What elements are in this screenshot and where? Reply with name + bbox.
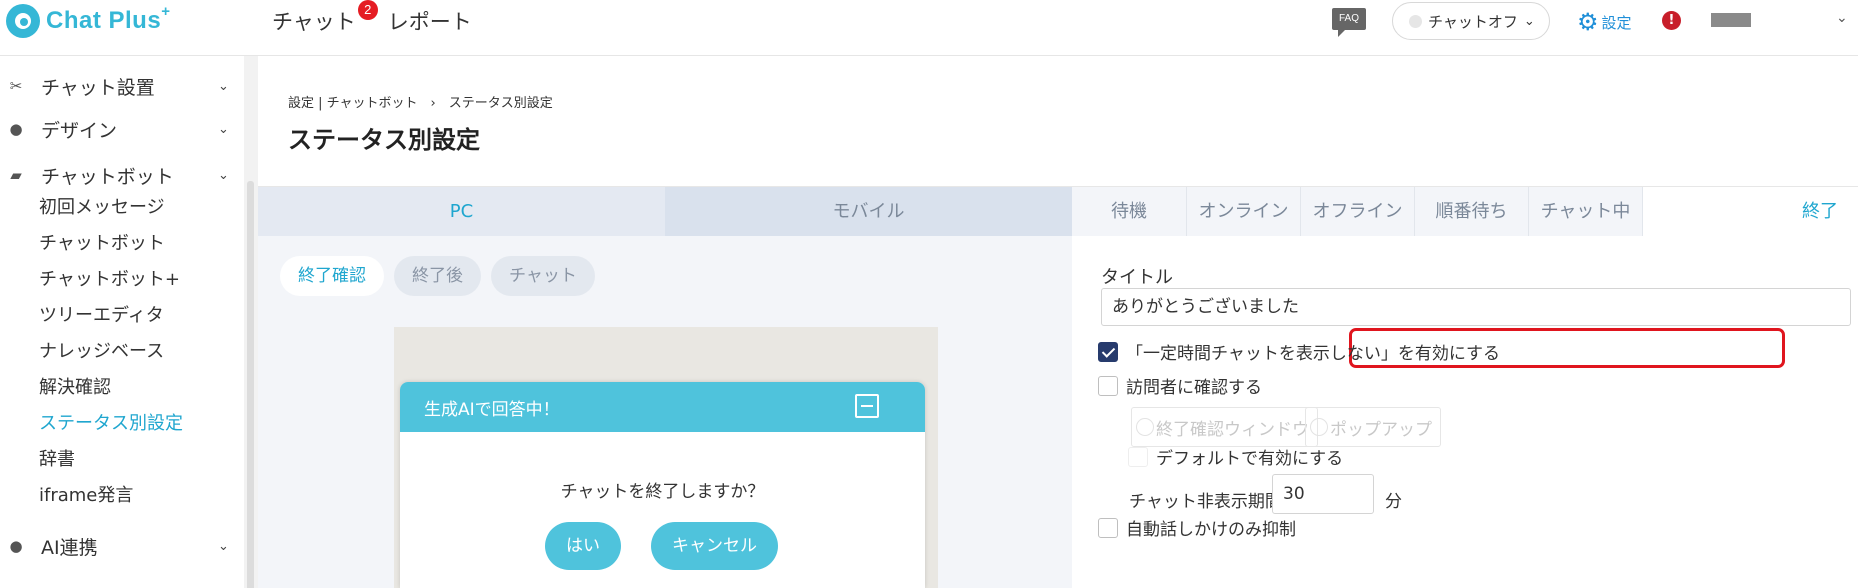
confirm-visitor-label: 訪問者に確認する [1126, 378, 1262, 398]
tab-standby[interactable]: 待機 [1072, 187, 1187, 236]
title-label: タイトル [1101, 267, 1173, 288]
chat-question: チャットを終了しますか？ [560, 482, 765, 502]
logo[interactable]: Chat Plus+ [6, 3, 171, 38]
chat-status-select[interactable]: チャットオフ ⌄ [1392, 2, 1550, 40]
bulb-icon: ● [9, 537, 23, 555]
sidebar-section-label: チャットボット [41, 165, 174, 188]
sidebar-item-dictionary[interactable]: 辞書 [39, 446, 75, 474]
sidebar-item-chatbot[interactable]: チャットボット [39, 230, 165, 258]
pill-end-confirm[interactable]: 終了確認 [280, 256, 384, 296]
tab-pc[interactable]: PC [258, 187, 665, 236]
hide-chat-label: 「一定時間チャットを表示しない」を有効にする [1126, 344, 1500, 364]
confirm-visitor-checkbox[interactable] [1098, 375, 1118, 396]
chat-header-title: 生成AIで回答中！ [424, 399, 560, 420]
status-settings-panel: 待機 オンライン オフライン 順番待ち チャット中 終了 タイトル ありがとうご… [1072, 187, 1858, 588]
radio-label: 終了確認ウィンドウ [1156, 419, 1309, 440]
sidebar-item-knowledge-base[interactable]: ナレッジベース [39, 338, 164, 366]
yes-button[interactable]: はい [545, 522, 621, 570]
sidebar-item-resolution-check[interactable]: 解決確認 [39, 374, 111, 402]
top-nav: チャット 2 レポート [272, 0, 490, 36]
sidebar-scrollbar[interactable] [244, 56, 258, 588]
hide-chat-option[interactable]: 「一定時間チャットを表示しない」を有効にする [1098, 339, 1500, 364]
sidebar-section-chat-setup[interactable]: ✂ チャット設置 ⌄ [0, 66, 244, 106]
user-name-redacted[interactable] [1711, 13, 1751, 27]
tab-mobile[interactable]: モバイル [665, 187, 1072, 236]
sidebar-section-ai[interactable]: ● AI連携 ⌄ [0, 526, 244, 566]
chat-plus-logo-icon [6, 4, 40, 38]
minimize-icon[interactable] [855, 394, 879, 418]
tab-ended[interactable]: 終了 [1643, 187, 1858, 236]
sidebar-section-chatbot[interactable]: ▰ チャットボット ⌄ [0, 155, 244, 195]
radio-circle [1310, 418, 1328, 436]
sidebar-item-tree-editor[interactable]: ツリーエディタ [39, 302, 164, 330]
alert-icon[interactable]: ! [1662, 11, 1681, 30]
chat-status-value: チャットオフ [1428, 12, 1518, 31]
chevron-down-icon: ⌄ [218, 167, 229, 183]
tools-icon: ✂ [9, 77, 23, 95]
top-bar: Chat Plus+ チャット 2 レポート FAQ チャットオフ ⌄ ⚙ 設定… [0, 0, 1858, 56]
nav-report-label: レポート [387, 10, 472, 34]
radio-popup[interactable]: ポップアップ [1305, 407, 1441, 447]
suppress-auto-talk-option[interactable]: 自動話しかけのみ抑制 [1098, 515, 1296, 540]
nav-chat[interactable]: チャット 2 [272, 0, 378, 36]
status-tabs: 待機 オンライン オフライン 順番待ち チャット中 終了 [1072, 187, 1858, 236]
default-enable-checkbox[interactable] [1128, 446, 1148, 467]
tab-online[interactable]: オンライン [1187, 187, 1301, 236]
chevron-down-icon: ⌄ [218, 121, 229, 137]
chat-bubble-icon: ▰ [10, 166, 22, 184]
preview-state-pills: 終了確認 終了後 チャット [280, 256, 605, 296]
hide-chat-checkbox[interactable] [1098, 341, 1118, 362]
hide-period-label: チャット非表示期間 [1129, 492, 1282, 512]
radio-circle [1136, 418, 1154, 436]
page-title: ステータス別設定 [288, 126, 480, 154]
status-dot-icon [1409, 14, 1422, 28]
default-enable-label: デフォルトで有効にする [1156, 449, 1344, 469]
palette-icon: ● [9, 120, 23, 138]
chevron-down-icon: ⌄ [1523, 13, 1535, 29]
radio-end-confirm-window[interactable]: 終了確認ウィンドウ [1131, 407, 1318, 447]
sidebar-item-iframe[interactable]: iframe発言 [39, 482, 133, 510]
chat-header: 生成AIで回答中！ [400, 382, 925, 432]
radio-label: ポップアップ [1330, 419, 1432, 440]
main-content: 設定 | チャットボット › ステータス別設定 ステータス別設定 PC モバイル… [258, 56, 1858, 588]
default-enable-option[interactable]: デフォルトで有効にする [1128, 444, 1343, 469]
suppress-auto-talk-label: 自動話しかけのみ抑制 [1126, 520, 1296, 540]
hide-period-unit: 分 [1385, 492, 1402, 512]
confirm-visitor-option[interactable]: 訪問者に確認する [1098, 373, 1262, 398]
breadcrumb[interactable]: 設定 | チャットボット › ステータス別設定 [288, 92, 553, 111]
gear-icon: ⚙ [1577, 8, 1599, 36]
cancel-button[interactable]: キャンセル [651, 522, 778, 570]
tab-waiting[interactable]: 順番待ち [1415, 187, 1529, 236]
sidebar-item-chatbot-plus[interactable]: チャットボット+ [39, 266, 180, 294]
nav-chat-badge: 2 [357, 0, 378, 20]
device-tabs: PC モバイル [258, 187, 1072, 236]
sidebar-section-label: デザイン [41, 119, 118, 142]
settings-link[interactable]: ⚙ 設定 [1577, 10, 1632, 34]
sidebar-section-label: AI連携 [41, 536, 98, 559]
chevron-down-icon: ⌄ [218, 78, 229, 94]
title-input[interactable]: ありがとうございました [1101, 288, 1851, 326]
sidebar-section-design[interactable]: ● デザイン ⌄ [0, 109, 244, 149]
tab-chatting[interactable]: チャット中 [1529, 187, 1643, 236]
user-menu-chevron-icon[interactable]: ⌄ [1836, 10, 1848, 26]
tab-offline[interactable]: オフライン [1301, 187, 1415, 236]
nav-report[interactable]: レポート [388, 6, 472, 36]
scrollbar-thumb[interactable] [247, 181, 254, 588]
sidebar: ✂ チャット設置 ⌄ ● デザイン ⌄ ▰ チャットボット ⌄ 初回メッセージ … [0, 56, 244, 588]
faq-icon[interactable]: FAQ [1332, 8, 1366, 37]
pill-after-end[interactable]: 終了後 [394, 256, 481, 296]
logo-text: Chat Plus+ [46, 3, 171, 34]
preview-panel: PC モバイル 終了確認 終了後 チャット 生成AIで回答中！ チャットを終了し… [258, 187, 1072, 588]
sidebar-section-label: チャット設置 [41, 76, 155, 99]
suppress-auto-talk-checkbox[interactable] [1098, 517, 1118, 538]
sidebar-item-initial-message[interactable]: 初回メッセージ [39, 194, 165, 222]
settings-label: 設定 [1601, 13, 1632, 32]
nav-chat-label: チャット [272, 10, 356, 34]
pill-chat[interactable]: チャット [491, 256, 595, 296]
sidebar-item-status-settings[interactable]: ステータス別設定 [39, 410, 183, 438]
hide-period-input[interactable]: 30 [1272, 474, 1374, 514]
chevron-down-icon: ⌄ [218, 538, 229, 554]
chat-preview-window: 生成AIで回答中！ チャットを終了しますか？ はい キャンセル [400, 382, 925, 588]
